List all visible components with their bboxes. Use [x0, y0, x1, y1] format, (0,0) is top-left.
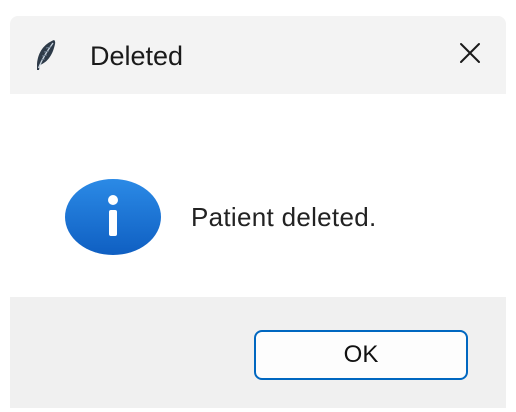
feather-icon [34, 38, 58, 72]
info-icon [64, 178, 162, 256]
window-title: Deleted [90, 41, 184, 71]
close-icon [459, 42, 481, 69]
close-button[interactable] [434, 16, 506, 94]
ok-button[interactable]: OK [254, 330, 468, 380]
dialog-content: Patient deleted. [10, 94, 506, 297]
dialog-footer: OK [10, 297, 506, 408]
title-bar: Deleted [10, 16, 506, 94]
message-dialog: Deleted Patient deleted. OK [10, 16, 506, 408]
dialog-message: Patient deleted. [191, 202, 377, 232]
